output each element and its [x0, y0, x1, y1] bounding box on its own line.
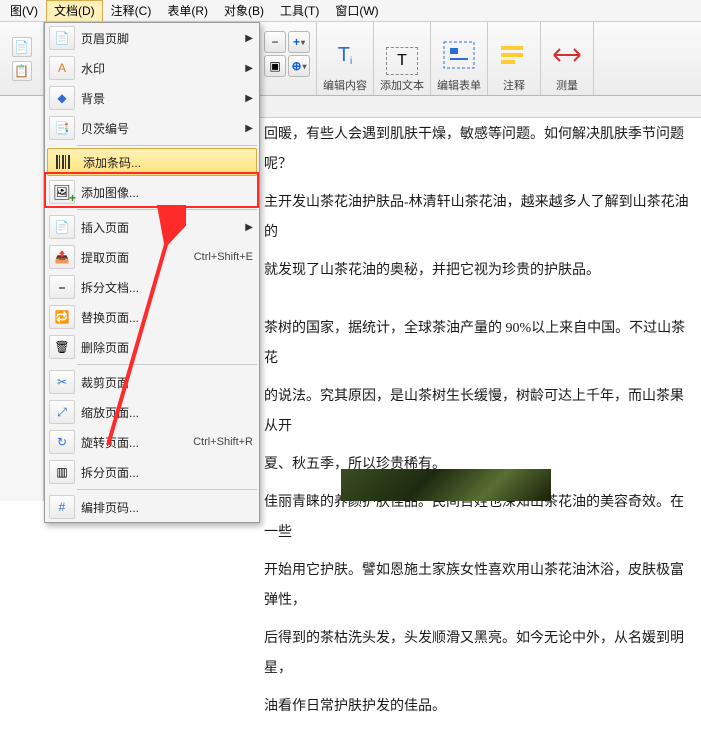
zoom-extra-button[interactable]: ⊕▾	[288, 55, 310, 77]
menu-split-page[interactable]: ▥ 拆分页面...	[45, 457, 259, 487]
doc-line: 主开发山茶花油护肤品-林清轩山茶花油，越来越多人了解到山茶花油的	[264, 188, 695, 248]
doc-line: 后得到的茶枯洗头发，头发顺滑又黑亮。如今无论中外，从名媛到明星，	[264, 624, 695, 684]
doc-line: 就发现了山茶花油的奥秘，并把它视为珍贵的护肤品。	[264, 256, 695, 286]
plus-icon: +	[293, 35, 300, 49]
minus-icon: −	[271, 35, 278, 49]
chevron-down-icon: ▾	[303, 62, 307, 71]
menu-bates[interactable]: 📑 贝茨编号 ▶	[45, 113, 259, 143]
zoom-page-icon: ⤢	[49, 400, 75, 424]
menu-rotate-page[interactable]: ↻ 旋转页面... Ctrl+Shift+R	[45, 427, 259, 457]
document-menu-dropdown: 📄 页眉页脚 ▶ A 水印 ▶ ◆ 背景 ▶ 📑 贝茨编号 ▶ 添加条码... …	[44, 22, 260, 523]
measure-label: 测量	[556, 77, 578, 93]
annotate-icon	[494, 35, 534, 75]
menu-separator	[77, 364, 257, 365]
page-number-icon: #	[49, 495, 75, 519]
barcode-icon	[51, 150, 77, 174]
edit-form-icon	[439, 35, 479, 75]
edit-form-group[interactable]: 编辑表单	[431, 22, 488, 95]
watermark-icon: A	[49, 56, 75, 80]
menu-page-numbers[interactable]: # 编排页码...	[45, 492, 259, 522]
menu-header-footer[interactable]: 📄 页眉页脚 ▶	[45, 23, 259, 53]
extract-page-icon: 📤	[49, 245, 75, 269]
menu-delete-page[interactable]: 🗑 删除页面	[45, 332, 259, 362]
background-icon: ◆	[49, 86, 75, 110]
menu-view[interactable]: 图(V)	[2, 0, 46, 21]
menu-insert-page[interactable]: 📄 插入页面 ▶	[45, 212, 259, 242]
submenu-arrow-icon: ▶	[245, 93, 253, 104]
crop-icon: ✂	[49, 370, 75, 394]
menu-tools[interactable]: 工具(T)	[272, 0, 327, 21]
doc-icon[interactable]: 📄	[12, 37, 32, 57]
zoom-in-button[interactable]: +▾	[288, 31, 310, 53]
doc-line: 回暖，有些人会遇到肌肤干燥，敏感等问题。如何解决肌肤季节问题呢？	[264, 120, 695, 180]
rotate-icon: ↻	[49, 430, 75, 454]
zoom-group-label	[285, 81, 288, 93]
menu-separator	[77, 145, 257, 146]
chevron-down-icon: ▾	[301, 38, 305, 47]
menu-separator	[77, 489, 257, 490]
annotate-group[interactable]: 注释	[488, 22, 541, 95]
doc-line: 油看作日常护肤护发的佳品。	[264, 692, 695, 722]
shortcut-label: Ctrl+Shift+R	[193, 436, 253, 448]
menu-object[interactable]: 对象(B)	[216, 0, 272, 21]
zoom-group: − +▾ ▣ ⊕▾	[258, 22, 317, 95]
menu-extract-page[interactable]: 📤 提取页面 Ctrl+Shift+E	[45, 242, 259, 272]
submenu-arrow-icon: ▶	[245, 63, 253, 74]
submenu-arrow-icon: ▶	[245, 123, 253, 134]
edit-form-label: 编辑表单	[437, 77, 481, 93]
quick-tools: 📄 📋	[0, 22, 44, 95]
doc-line: 的说法。究其原因，是山茶树生长缓慢，树龄可达上千年，而山茶果从开	[264, 382, 695, 442]
menu-add-image[interactable]: 🖼+ 添加图像...	[45, 177, 259, 207]
bates-icon: 📑	[49, 116, 75, 140]
doc-line: 茶树的国家，据统计，全球茶油产量的 90%以上来自中国。不过山茶花	[264, 314, 695, 374]
add-text-icon: T	[386, 47, 418, 75]
measure-icon	[547, 35, 587, 75]
menu-document[interactable]: 文档(D)	[46, 0, 103, 21]
split-doc-icon: ⎯	[49, 275, 75, 299]
menu-window[interactable]: 窗口(W)	[327, 0, 386, 21]
submenu-arrow-icon: ▶	[245, 33, 253, 44]
submenu-arrow-icon: ▶	[245, 222, 253, 233]
replace-page-icon: 🔁	[49, 305, 75, 329]
document-content: 回暖，有些人会遇到肌肤干燥，敏感等问题。如何解决肌肤季节问题呢？ 主开发山茶花油…	[264, 120, 695, 730]
split-page-icon: ▥	[49, 460, 75, 484]
add-text-label: 添加文本	[380, 77, 424, 93]
doc-line: 开始用它护肤。譬如恩施土家族女性喜欢用山茶花油沐浴，皮肤极富弹性，	[264, 556, 695, 616]
menu-add-barcode[interactable]: 添加条码...	[47, 148, 257, 176]
annotate-label: 注释	[503, 77, 525, 93]
edit-content-group[interactable]: Ti 编辑内容	[317, 22, 374, 95]
menu-background[interactable]: ◆ 背景 ▶	[45, 83, 259, 113]
menu-form[interactable]: 表单(R)	[159, 0, 216, 21]
shortcut-label: Ctrl+Shift+E	[194, 251, 253, 263]
menu-split-document[interactable]: ⎯ 拆分文档...	[45, 272, 259, 302]
add-text-group[interactable]: T 添加文本	[374, 22, 431, 95]
left-panel	[0, 96, 44, 501]
zoom-out-button[interactable]: −	[264, 31, 286, 53]
menu-crop-page[interactable]: ✂ 裁剪页面	[45, 367, 259, 397]
menu-zoom-page[interactable]: ⤢ 缩放页面...	[45, 397, 259, 427]
header-footer-icon: 📄	[49, 26, 75, 50]
insert-page-icon: 📄	[49, 215, 75, 239]
menu-annotate[interactable]: 注释(C)	[103, 0, 160, 21]
menu-separator	[77, 209, 257, 210]
delete-page-icon: 🗑	[49, 335, 75, 359]
edit-content-icon: Ti	[325, 35, 365, 75]
menu-watermark[interactable]: A 水印 ▶	[45, 53, 259, 83]
menu-replace-page[interactable]: 🔁 替换页面...	[45, 302, 259, 332]
page-icon[interactable]: 📋	[12, 61, 32, 81]
measure-group[interactable]: 测量	[541, 22, 594, 95]
image-icon: 🖼+	[49, 180, 75, 204]
edit-content-label: 编辑内容	[323, 77, 367, 93]
menubar: 图(V) 文档(D) 注释(C) 表单(R) 对象(B) 工具(T) 窗口(W)	[0, 0, 701, 22]
document-image-placeholder	[341, 469, 551, 501]
zoom-fit-button[interactable]: ▣	[264, 55, 286, 77]
